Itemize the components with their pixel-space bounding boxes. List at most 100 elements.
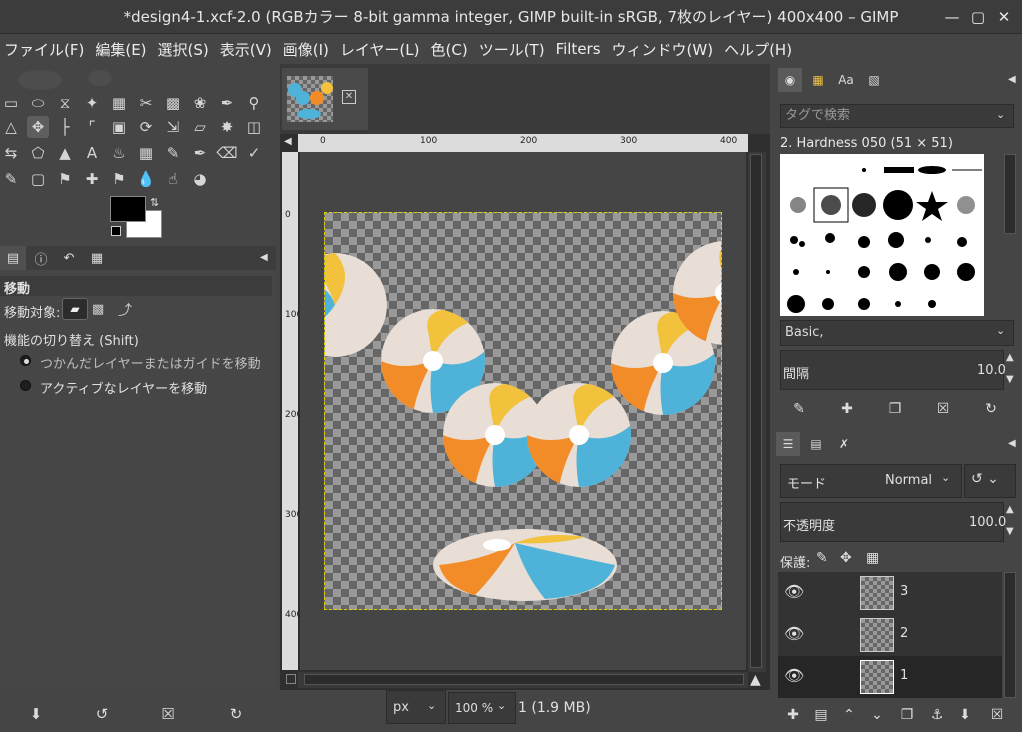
radio-pick-layer-label[interactable]: つかんだレイヤーまたはガイドを移動: [40, 353, 261, 372]
lower-layer-icon[interactable]: ⌄: [866, 704, 888, 726]
menu-view[interactable]: 表示(V): [220, 39, 272, 60]
delete-options-icon[interactable]: ☒: [158, 704, 178, 724]
dock-menu-arrow-icon[interactable]: ◀: [260, 252, 268, 263]
free-select-tool-icon[interactable]: ⧖: [54, 92, 76, 114]
paths-tool-icon[interactable]: ❀: [189, 92, 211, 114]
spacing-slider[interactable]: 間隔 10.0: [780, 350, 1006, 390]
menu-layer[interactable]: レイヤー(L): [340, 39, 420, 60]
tag-search-input[interactable]: タグで検索: [780, 104, 1014, 128]
horizontal-scroll-thumb[interactable]: [304, 674, 744, 685]
eraser-tool-icon[interactable]: ⌫: [216, 142, 238, 164]
duplicate-brush-icon[interactable]: ❐: [884, 398, 906, 420]
move-selection-mode-button[interactable]: ▩: [92, 302, 104, 317]
foreground-color-swatch[interactable]: [110, 196, 146, 222]
patterns-tab-icon[interactable]: ▦: [806, 68, 830, 92]
menu-tools[interactable]: ツール(T): [479, 39, 545, 60]
radio-active-layer-label[interactable]: アクティブなレイヤーを移動: [40, 378, 207, 397]
perspective-clone-tool-icon[interactable]: ⚑: [108, 168, 130, 190]
menu-windows[interactable]: ウィンドウ(W): [612, 39, 714, 60]
spin-down-icon[interactable]: ▼: [1006, 374, 1014, 385]
horizontal-scrollbar[interactable]: [298, 672, 748, 688]
spin-up-icon[interactable]: ▲: [1006, 504, 1014, 515]
layers-scrollbar[interactable]: [1004, 572, 1016, 698]
chevron-down-icon[interactable]: ⌄: [996, 324, 1005, 337]
opacity-slider[interactable]: 不透明度 100.0: [780, 502, 1006, 542]
new-layer-icon[interactable]: ✚: [782, 704, 804, 726]
layer-row[interactable]: 👁 2: [778, 614, 1002, 656]
brush-grid-scrollbar[interactable]: [1004, 154, 1016, 234]
text-tool-icon[interactable]: A: [81, 142, 103, 164]
edit-brush-icon[interactable]: ✎: [788, 398, 810, 420]
refresh-brushes-icon[interactable]: ↻: [980, 398, 1002, 420]
menu-select[interactable]: 選択(S): [158, 39, 209, 60]
layer-row[interactable]: 👁 3: [778, 572, 1002, 614]
lock-pixels-icon[interactable]: ✎: [816, 550, 828, 566]
brush-grid[interactable]: [780, 154, 984, 316]
eye-icon[interactable]: 👁: [784, 666, 804, 686]
clone-tool-icon[interactable]: ⚑: [54, 168, 76, 190]
menu-file[interactable]: ファイル(F): [4, 39, 84, 60]
unit-combo[interactable]: px ⌄: [386, 690, 446, 724]
image-canvas[interactable]: [324, 212, 722, 610]
flip-tool-icon[interactable]: ⇆: [0, 142, 22, 164]
quick-mask-corner-icon[interactable]: ◀: [284, 136, 296, 148]
heal-tool-icon[interactable]: ✚: [81, 168, 103, 190]
zoom-to-fit-corner-icon[interactable]: [286, 674, 296, 684]
menu-colors[interactable]: 色(C): [431, 39, 468, 60]
foreground-select-tool-icon[interactable]: ▩: [162, 92, 184, 114]
blur-tool-icon[interactable]: 💧: [135, 168, 157, 190]
merge-down-icon[interactable]: ⬇: [954, 704, 976, 726]
minimize-icon[interactable]: —: [942, 7, 962, 27]
anchor-layer-icon[interactable]: ⚓: [926, 704, 948, 726]
select-by-color-tool-icon[interactable]: ▦: [108, 92, 130, 114]
delete-layer-icon[interactable]: ☒: [986, 704, 1008, 726]
lock-alpha-icon[interactable]: ▦: [866, 550, 879, 566]
menu-filters[interactable]: Filters: [556, 40, 601, 58]
airbrush-tool-icon[interactable]: ✓: [243, 142, 265, 164]
align-tool-icon[interactable]: ├: [54, 116, 76, 138]
perspective-tool-icon[interactable]: ◫: [243, 116, 265, 138]
vertical-scroll-thumb[interactable]: [750, 154, 762, 668]
brushes-tab-icon[interactable]: ◉: [778, 68, 802, 92]
close-image-tab-icon[interactable]: ✕: [342, 90, 356, 104]
eye-icon[interactable]: 👁: [784, 624, 804, 644]
rotate-tool-icon[interactable]: ⟳: [135, 116, 157, 138]
shear-tool-icon[interactable]: ▱: [189, 116, 211, 138]
vertical-scrollbar[interactable]: [748, 152, 766, 672]
new-brush-icon[interactable]: ✚: [836, 398, 858, 420]
gradients-tab-icon[interactable]: ▧: [862, 68, 886, 92]
smudge-tool-icon[interactable]: ☝: [162, 168, 184, 190]
spin-up-icon[interactable]: ▲: [1006, 352, 1014, 363]
dock-menu-arrow-icon[interactable]: ◀: [1008, 74, 1016, 85]
fonts-tab-icon[interactable]: Aa: [834, 68, 858, 92]
paintbrush-tool-icon[interactable]: ✒: [189, 142, 211, 164]
unified-transform-tool-icon[interactable]: ▣: [108, 116, 130, 138]
new-layer-group-icon[interactable]: ▤: [810, 704, 832, 726]
device-status-tab-icon[interactable]: ⓘ: [28, 246, 54, 270]
zoom-tool-icon[interactable]: ⚲: [243, 92, 265, 114]
composite-mode-button[interactable]: ↺ ⌄: [964, 464, 1016, 498]
rect-select-tool-icon[interactable]: ▭: [0, 92, 22, 114]
layer-mode-combo[interactable]: モード Normal ⌄: [780, 464, 962, 498]
tool-options-tab-icon[interactable]: ▤: [0, 246, 26, 270]
move-layer-mode-button[interactable]: ▰: [62, 298, 88, 320]
scale-tool-icon[interactable]: ⇲: [162, 116, 184, 138]
ellipse-select-tool-icon[interactable]: ⬭: [27, 92, 49, 114]
close-icon[interactable]: ✕: [994, 7, 1014, 27]
lock-position-icon[interactable]: ✥: [840, 550, 852, 566]
menu-help[interactable]: ヘルプ(H): [724, 39, 792, 60]
radio-active-layer[interactable]: [20, 380, 31, 391]
paths-tab-icon[interactable]: ✗: [832, 432, 856, 456]
eye-icon[interactable]: 👁: [784, 582, 804, 602]
layer-row[interactable]: 👁 1: [778, 656, 1002, 698]
gradient-tool-icon[interactable]: ▦: [135, 142, 157, 164]
reset-options-icon[interactable]: ↻: [226, 704, 246, 724]
channels-tab-icon[interactable]: ▤: [804, 432, 828, 456]
color-picker-tool-icon[interactable]: ✒: [216, 92, 238, 114]
layers-tab-icon[interactable]: ☰: [776, 432, 800, 456]
undo-history-tab-icon[interactable]: ↶: [56, 246, 82, 270]
dodge-burn-tool-icon[interactable]: ◕: [189, 168, 211, 190]
fuzzy-select-tool-icon[interactable]: ✦: [81, 92, 103, 114]
chevron-down-icon[interactable]: ⌄: [996, 108, 1005, 121]
default-colors-icon[interactable]: [111, 226, 121, 236]
